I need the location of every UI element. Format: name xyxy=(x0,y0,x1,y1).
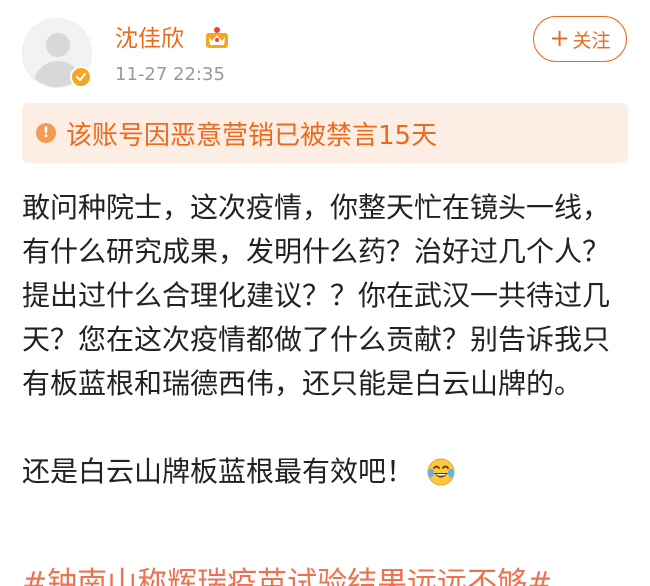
follow-label: 关注 xyxy=(572,29,611,52)
avatar-head xyxy=(46,33,70,57)
warning-icon: ! xyxy=(36,123,56,143)
follow-button[interactable]: + 关注 xyxy=(533,16,627,62)
laugh-cry-emoji-icon xyxy=(427,458,455,486)
hashtag-link[interactable]: #钟南山称辉瑞疫苗试验结果远远不够# xyxy=(22,564,552,586)
username[interactable]: 沈佳欣 xyxy=(115,24,184,54)
post-paragraph-text: 还是白云山牌板蓝根最有效吧！ xyxy=(22,455,415,488)
verified-badge-icon xyxy=(70,66,92,88)
post-timestamp: 11-27 22:35 xyxy=(115,64,225,85)
crown-icon xyxy=(206,27,228,48)
weibo-post: 沈佳欣 11-27 22:35 + 关注 ! 该账号因恶意营销已被禁言15天 敢… xyxy=(0,0,650,586)
post-paragraph: 还是白云山牌板蓝根最有效吧！ xyxy=(22,450,632,494)
notice-text: 该账号因恶意营销已被禁言15天 xyxy=(66,120,438,151)
plus-icon: + xyxy=(549,24,570,52)
post-body: 敢问种院士，这次疫情，你整天忙在镜头一线，有什么研究成果，发明什么药？治好过几个… xyxy=(22,186,632,494)
post-paragraph: 敢问种院士，这次疫情，你整天忙在镜头一线，有什么研究成果，发明什么药？治好过几个… xyxy=(22,191,611,400)
ban-notice: ! 该账号因恶意营销已被禁言15天 xyxy=(22,103,628,163)
